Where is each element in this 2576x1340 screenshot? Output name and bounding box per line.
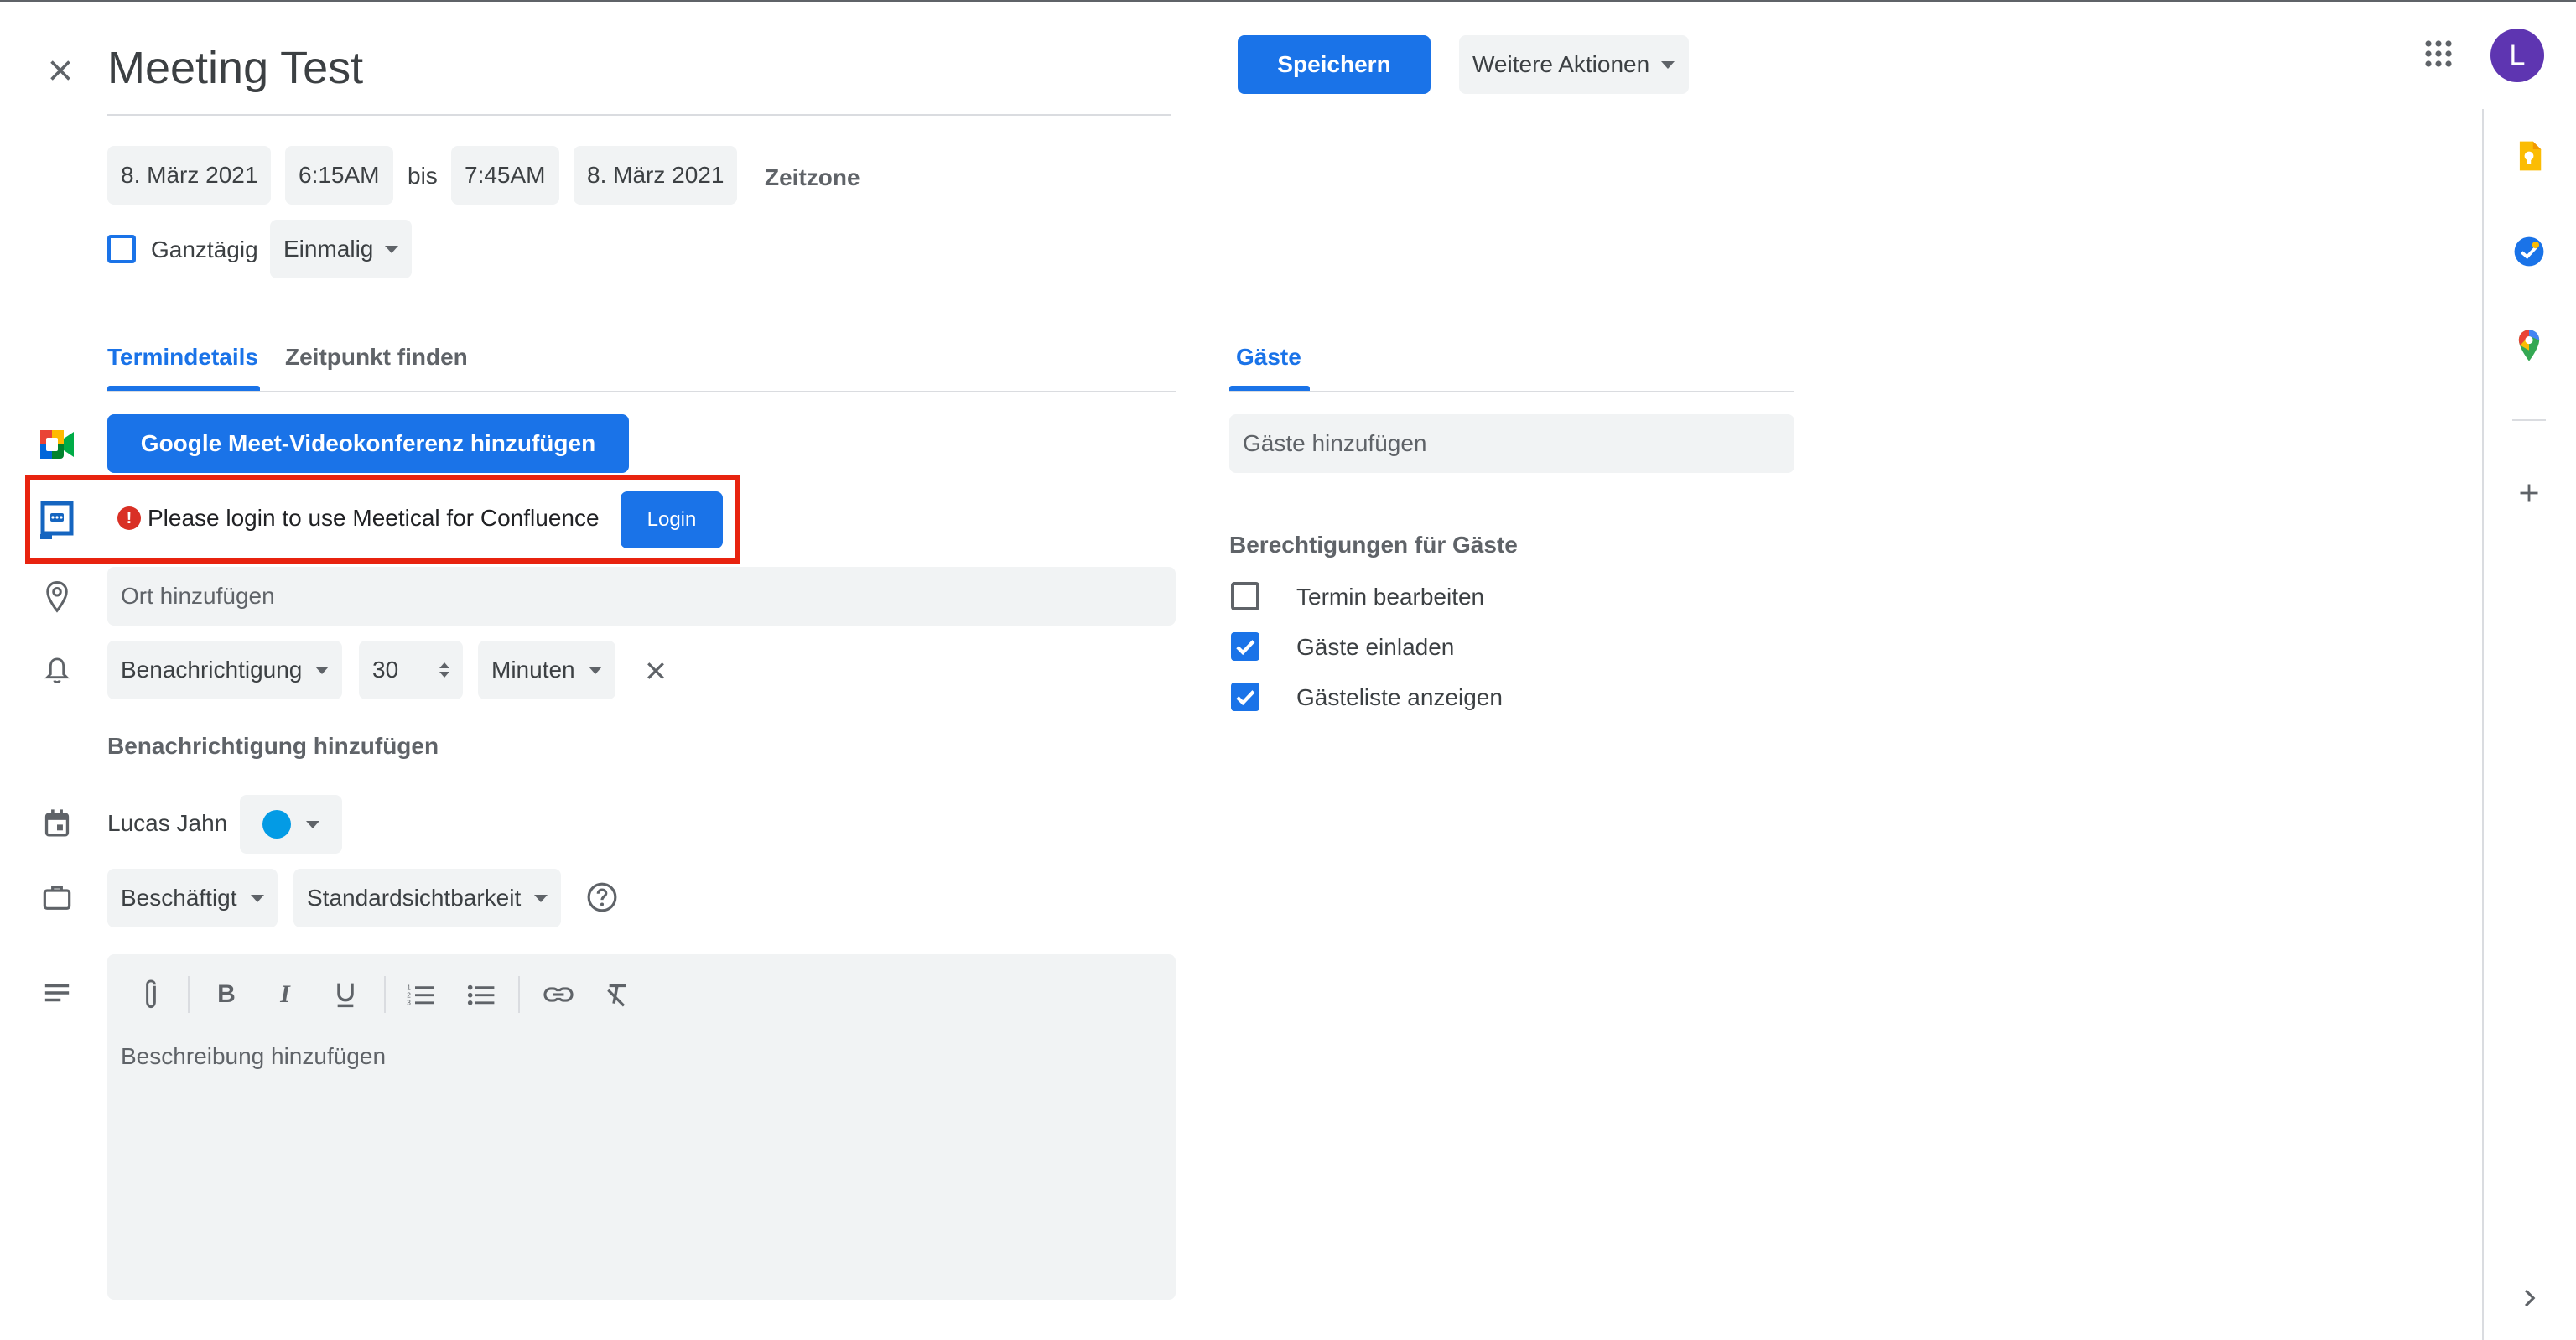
chevron-right-icon[interactable] [2511,1280,2547,1317]
bulleted-list-icon[interactable] [463,976,500,1013]
link-icon[interactable] [540,976,577,1013]
add-guests-input[interactable]: Gäste hinzufügen [1229,414,1794,473]
visibility-value: Standardsichtbarkeit [307,885,522,911]
italic-icon[interactable]: I [267,976,304,1013]
clear-formatting-icon[interactable] [599,976,636,1013]
avatar-letter: L [2509,39,2526,71]
chevron-down-icon [315,666,330,674]
location-pin-icon [37,577,77,617]
recurrence-dropdown[interactable]: Einmalig [270,220,413,278]
all-day-label: Ganztägig [151,236,258,262]
start-date-chip[interactable]: 8. März 2021 [107,146,272,205]
stepper-arrows-icon[interactable] [439,662,449,678]
meetical-icon [39,500,77,540]
save-button[interactable]: Speichern [1238,35,1431,94]
toolbar-divider [518,976,520,1013]
more-actions-label: Weitere Aktionen [1472,51,1650,77]
notification-unit-dropdown[interactable]: Minuten [478,641,615,699]
to-label: bis [408,163,438,189]
remove-notification-icon[interactable] [636,651,676,691]
chevron-down-icon [534,894,548,902]
start-time-chip[interactable]: 6:15AM [285,146,393,205]
notification-unit-value: Minuten [491,657,575,683]
help-icon[interactable] [582,877,622,917]
permission-invite-guests-label: Gäste einladen [1296,634,1455,660]
description-placeholder: Beschreibung hinzufügen [121,1043,387,1069]
briefcase-icon [37,877,77,917]
availability-value: Beschäftigt [121,885,237,911]
notification-type-value: Benachrichtigung [121,657,303,683]
attachment-icon[interactable] [132,976,169,1013]
permission-see-guest-list-checkbox[interactable] [1231,683,1259,711]
calendar-color-dropdown[interactable] [240,795,342,854]
chevron-down-icon [250,894,264,902]
window-top-border [0,0,2576,2]
guests-tabs-divider [1229,391,1794,392]
sidebar-border [2482,109,2484,1340]
bold-icon[interactable]: B [208,976,245,1013]
close-icon[interactable] [37,47,84,94]
notification-type-dropdown[interactable]: Benachrichtigung [107,641,343,699]
svg-text:3: 3 [407,999,411,1006]
end-date-chip[interactable]: 8. März 2021 [574,146,738,205]
apps-grid-icon[interactable] [2422,37,2455,70]
availability-dropdown[interactable]: Beschäftigt [107,869,278,927]
permission-see-guest-list-label: Gästeliste anzeigen [1296,684,1503,710]
permission-invite-guests-checkbox[interactable] [1231,632,1259,661]
maps-icon[interactable] [2511,327,2547,364]
tabs-divider [107,391,1176,392]
location-input[interactable]: Ort hinzufügen [107,567,1176,626]
guest-permissions-title: Berechtigungen für Gäste [1229,532,1518,558]
calendar-icon [37,803,77,844]
add-notification-button[interactable]: Benachrichtigung hinzufügen [107,733,439,760]
all-day-checkbox[interactable] [107,235,136,263]
end-time-chip[interactable]: 7:45AM [451,146,559,205]
meetical-login-button[interactable]: Login [621,491,723,548]
timezone-button[interactable]: Zeitzone [765,164,860,191]
notification-amount-value: 30 [372,657,399,683]
more-actions-button[interactable]: Weitere Aktionen [1459,35,1689,94]
calendar-color-swatch [262,810,291,839]
permission-edit-event-checkbox[interactable] [1231,582,1259,610]
tasks-icon[interactable] [2511,233,2547,270]
description-icon [37,973,77,1013]
toolbar-divider [188,976,190,1013]
numbered-list-icon[interactable]: 123 [402,976,439,1013]
toolbar-divider [384,976,386,1013]
calendar-owner-name: Lucas Jahn [107,810,228,836]
chevron-down-icon [306,820,319,828]
meetical-login-message: Please login to use Meetical for Conflue… [148,505,600,531]
google-meet-icon [39,426,75,463]
checkmark-icon [1236,640,1255,656]
keep-icon[interactable] [2511,138,2547,174]
add-addon-icon[interactable] [2511,475,2547,512]
title-underline [107,114,1171,116]
bell-icon [37,651,77,691]
visibility-dropdown[interactable]: Standardsichtbarkeit [293,869,562,927]
event-title-input[interactable]: Meeting Test [107,42,363,94]
checkmark-icon [1236,690,1255,706]
add-meet-button[interactable]: Google Meet-Videokonferenz hinzufügen [107,414,629,473]
tab-find-time[interactable]: Zeitpunkt finden [285,344,468,371]
sidebar-divider [2512,419,2546,421]
underline-icon[interactable] [327,976,364,1013]
chevron-down-icon [1661,60,1675,69]
recurrence-value: Einmalig [283,236,374,262]
avatar[interactable]: L [2490,29,2544,82]
notification-amount-stepper[interactable]: 30 [359,641,463,699]
error-icon: ! [117,506,141,530]
permission-edit-event-label: Termin bearbeiten [1296,584,1485,610]
chevron-down-icon [385,245,399,253]
chevron-down-icon [588,666,602,674]
tab-guests[interactable]: Gäste [1236,344,1301,371]
tab-event-details[interactable]: Termindetails [107,344,258,371]
